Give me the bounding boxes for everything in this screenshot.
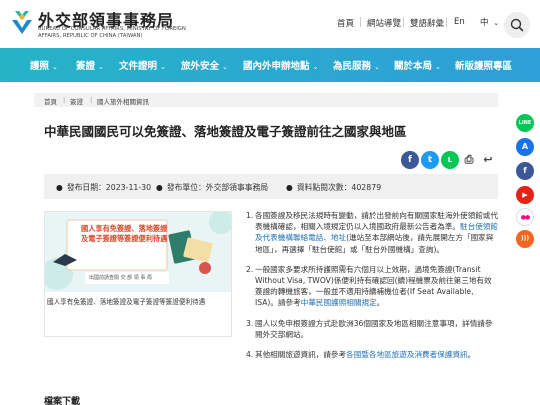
list-number: 4.	[246, 350, 254, 360]
list-text: 國人以免申根簽證方式赴歐洲36個國家及地區相關注意事項，詳情請參閱外交部網站。	[255, 318, 493, 339]
breadcrumb-home[interactable]: 首頁	[44, 96, 57, 106]
list-text-tail: 。	[467, 350, 476, 360]
site-subtitle-en-line-1: BUREAU OF CONSULAR AFFAIRS, MINISTRY OF …	[38, 26, 186, 32]
publish-unit-text: 發布單位：外交部領事事務局	[166, 183, 269, 192]
line-icon[interactable]: LINE	[516, 114, 534, 132]
nav-label: 簽證	[76, 61, 96, 72]
nav-item-travel-safety[interactable]: 旅外安全 ⌄	[181, 58, 228, 72]
twitter-share-icon[interactable]: t	[421, 151, 439, 169]
list-item: 3. 國人以免申根簽證方式赴歐洲36個國家及地區相關注意事項，詳情請參閱外交部網站…	[246, 318, 498, 340]
list-item: 1. 各國簽證及移民法規時有變動，請於出發前向有關國家駐海外使領館或代表機構確認，…	[246, 210, 498, 255]
nav-item-visa[interactable]: 簽證 ⌄	[76, 58, 104, 72]
toplink-glossary[interactable]: 雙語辭彙	[410, 17, 444, 29]
bullet-icon: ●	[286, 183, 293, 192]
toplink-home[interactable]: 首頁	[337, 17, 354, 29]
chevron-down-icon: ⌄	[374, 63, 380, 71]
language-value: 中	[480, 18, 489, 28]
toplink-english[interactable]: En	[454, 17, 465, 27]
toplink-divider	[403, 17, 404, 27]
breadcrumb-visa[interactable]: 簽證	[70, 96, 83, 106]
downloads-heading: 檔案下載	[44, 397, 81, 405]
chevron-down-icon: ⌄	[98, 63, 104, 71]
youtube-icon[interactable]: ▶	[516, 186, 534, 204]
publish-date-text: 發布日期：2023-11-30	[66, 183, 152, 192]
page-title: 中華民國國民可以免簽證、落地簽證及電子簽證前往之國家與地區	[44, 124, 407, 139]
site-subtitle-en: BUREAU OF CONSULAR AFFAIRS, MINISTRY OF …	[38, 26, 186, 39]
site-header: 外交部領事事務局 BUREAU OF CONSULAR AFFAIRS, MIN…	[0, 0, 540, 47]
list-text: 其他相關旅遊資訊，請參考	[255, 350, 347, 360]
chevron-down-icon: ⌄	[160, 63, 166, 71]
view-count-text: 資料點閱次數：402879	[296, 183, 382, 192]
nav-item-services[interactable]: 為民服務 ⌄	[333, 58, 380, 72]
banner-headline: 國人享有免簽證、落地簽證 及電子簽證等簽證便利待遇	[81, 224, 167, 243]
language-select[interactable]: 中 ⌄	[480, 16, 499, 28]
nav-item-locations[interactable]: 國內外申辦地點 ⌄	[243, 58, 318, 72]
nav-label: 旅外安全	[181, 61, 220, 72]
publish-unit: ● 發布單位：外交部領事事務局	[156, 182, 268, 193]
bullet-icon: ●	[156, 183, 163, 192]
banner-line-2: 及電子簽證等簽證便利待遇	[81, 233, 168, 243]
notice-list: 1. 各國簽證及移民法規時有變動，請於出發前向有關國家駐海外使領館或代表機構確認，…	[246, 210, 498, 360]
rss-icon[interactable]: )))	[516, 230, 534, 248]
line-share-icon[interactable]: L	[441, 151, 459, 169]
toplink-divider	[446, 17, 447, 27]
page: 外交部領事事務局 BUREAU OF CONSULAR AFFAIRS, MIN…	[0, 0, 540, 405]
list-number: 1.	[246, 211, 254, 220]
nav-item-passport[interactable]: 護照 ⌄	[30, 58, 58, 72]
nav-label: 文件證明	[119, 61, 158, 72]
toplink-sitemap[interactable]: 網站導覽	[367, 17, 401, 29]
search-icon	[510, 18, 524, 32]
chevron-down-icon: ⌄	[52, 63, 58, 71]
list-number: 2.	[246, 264, 254, 274]
travel-info-link[interactable]: 各國暨各地區旅遊及消費者保護資訊	[346, 350, 468, 359]
facebook-icon[interactable]: f	[516, 162, 534, 180]
nav-item-about[interactable]: 關於本局 ⌄	[394, 58, 441, 72]
view-count: ● 資料點閱次數：402879	[286, 182, 381, 193]
print-icon[interactable]: ⎙	[460, 151, 478, 169]
image-caption: 國人享有免簽證、落地簽證及電子簽證等簽證便利待遇	[47, 298, 206, 306]
publish-date: ● 發布日期：2023-11-30	[56, 182, 151, 193]
bureau-logo-icon[interactable]	[10, 8, 34, 36]
nav-label: 國內外申辦地點	[243, 61, 310, 72]
toplink-divider	[360, 17, 361, 27]
breadcrumb-separator: |	[90, 96, 93, 104]
list-number: 3.	[246, 318, 254, 328]
search-button[interactable]	[504, 12, 530, 38]
back-icon[interactable]: ↩	[479, 151, 497, 169]
breadcrumb-separator: |	[63, 96, 66, 104]
banner-subline: 出國前請查閱 交 部 領 事 局	[89, 275, 152, 281]
bullet-icon: ●	[56, 183, 63, 192]
list-item: 2. 一般國家多要求所持護照需有六個月以上效期，過境免簽證(Transit Wit…	[246, 264, 498, 309]
facebook-share-icon[interactable]: f	[401, 151, 419, 169]
nav-item-new-passport[interactable]: 新版護照專區	[455, 58, 512, 72]
list-item: 4. 其他相關旅遊資訊，請參考各國暨各地區旅遊及消費者保護資訊。	[246, 349, 498, 360]
nav-item-documents[interactable]: 文件證明 ⌄	[119, 58, 166, 72]
passport-rules-link[interactable]: 中華民國護照相關規定	[301, 298, 377, 307]
nav-label: 關於本局	[394, 61, 433, 72]
article-body: 1. 各國簽證及移民法規時有變動，請於出發前向有關國家駐海外使領館或代表機構確認，…	[246, 210, 498, 369]
chevron-down-icon: ⌄	[493, 19, 500, 27]
chevron-down-icon: ⌄	[312, 63, 319, 71]
flickr-icon[interactable]: ●●	[516, 208, 534, 226]
main-nav: 護照 ⌄ 簽證 ⌄ 文件證明 ⌄ 旅外安全 ⌄ 國內外申辦地點 ⌄ 為民服務 ⌄ 關於本局 ⌄…	[0, 48, 540, 82]
article-image-card[interactable]: 國人享有免簽證、落地簽證 及電子簽證等簽證便利待遇 出國前請查閱 交 部 領 事…	[44, 211, 232, 337]
chevron-down-icon: ⌄	[435, 63, 441, 71]
chevron-down-icon: ⌄	[222, 63, 228, 71]
list-text-tail: 。	[376, 298, 385, 308]
nav-label: 護照	[30, 61, 50, 72]
site-subtitle-en-line-2: AFFAIRS, REPUBLIC OF CHINA (TAIWAN)	[38, 32, 143, 39]
app-store-icon[interactable]: A	[516, 138, 534, 156]
article-banner-image: 國人享有免簽證、落地簽證 及電子簽證等簽證便利待遇 出國前請查閱 交 部 領 事…	[45, 212, 231, 292]
breadcrumb-travel-info[interactable]: 國人旅外相關資訊	[97, 96, 149, 106]
banner-line-1: 國人享有免簽證、落地簽證	[81, 224, 168, 233]
nav-label: 為民服務	[333, 61, 372, 72]
